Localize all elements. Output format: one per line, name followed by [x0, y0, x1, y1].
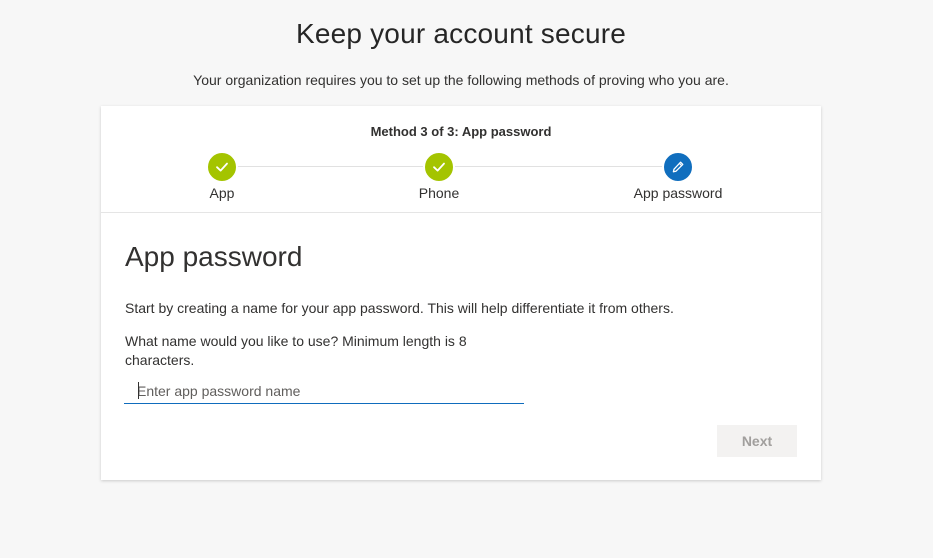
step-app-label: App — [209, 185, 235, 201]
progress-stepper: App Phone App password — [101, 151, 821, 203]
setup-card: Method 3 of 3: App password App Phone Ap… — [101, 106, 821, 480]
section-title: App password — [125, 241, 303, 272]
name-question: What name would you like to use? Minimum… — [125, 333, 467, 368]
step-phone: Phone — [379, 151, 499, 201]
text-caret — [138, 382, 139, 399]
step-app-status — [206, 151, 238, 183]
step-phone-status — [423, 151, 455, 183]
pencil-icon — [672, 161, 684, 173]
step-app-password-status — [662, 151, 694, 183]
card-divider — [101, 212, 821, 213]
page-title: Keep your account secure — [295, 18, 627, 49]
checkmark-icon — [216, 162, 228, 172]
intro-text: Start by creating a name for your app pa… — [125, 300, 674, 316]
checkmark-icon — [433, 162, 445, 172]
page: Keep your account secure Your organizati… — [0, 0, 933, 558]
step-app-password-label: App password — [633, 185, 723, 201]
step-app: App — [162, 151, 282, 201]
method-progress-header: Method 3 of 3: App password — [370, 124, 552, 139]
page-subtitle: Your organization requires you to set up… — [193, 72, 729, 88]
app-password-name-input[interactable] — [124, 378, 524, 404]
next-button[interactable]: Next — [717, 425, 797, 457]
step-phone-label: Phone — [418, 185, 460, 201]
step-app-password: App password — [618, 151, 738, 201]
